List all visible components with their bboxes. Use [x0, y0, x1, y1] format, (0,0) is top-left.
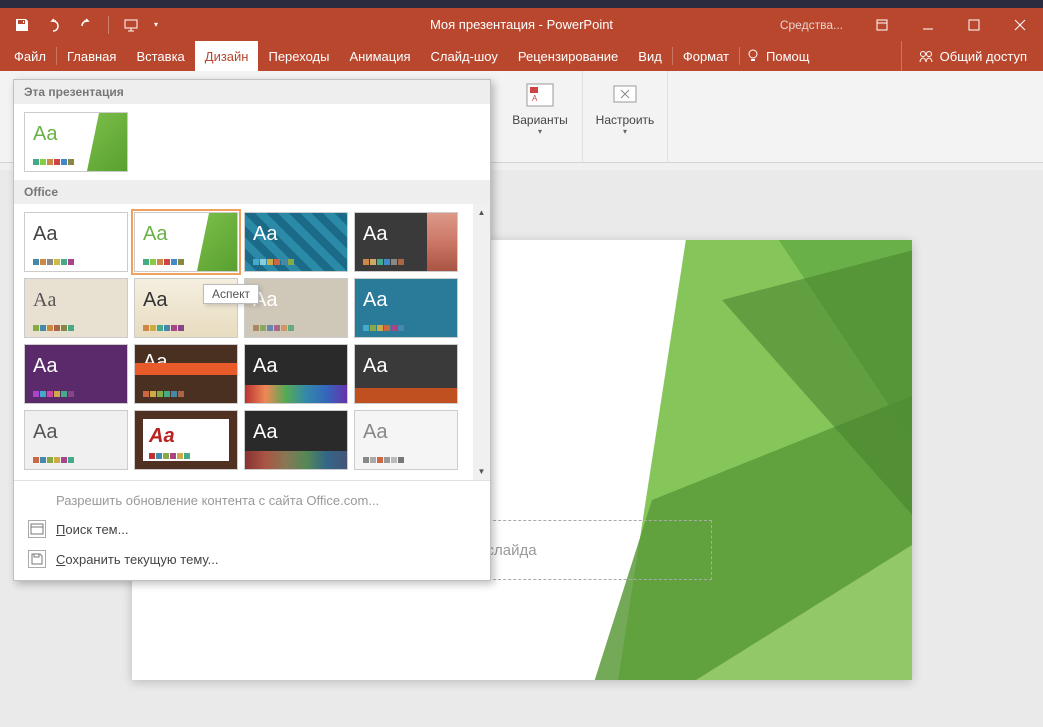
browse-icon	[28, 520, 46, 538]
bulb-icon	[746, 48, 760, 65]
theme-mesh[interactable]: Aa	[244, 410, 348, 470]
ribbon-display-options-button[interactable]	[859, 8, 905, 41]
chevron-down-icon: ▾	[623, 127, 627, 136]
theme-ion-boardroom[interactable]: Aa	[354, 278, 458, 338]
tab-review[interactable]: Рецензирование	[508, 41, 628, 71]
undo-button[interactable]	[40, 11, 68, 39]
save-button[interactable]	[8, 11, 36, 39]
theme-current-facet[interactable]: Aa	[24, 112, 128, 172]
tell-me-help[interactable]: Помощ	[746, 41, 809, 71]
theme-tooltip: Аспект	[203, 284, 259, 304]
theme-droplet[interactable]: Aa	[354, 410, 458, 470]
enable-office-content-link[interactable]: Разрешить обновление контента с сайта Of…	[14, 487, 490, 514]
svg-text:A: A	[532, 94, 538, 103]
chevron-down-icon: ▾	[538, 127, 542, 136]
tab-design[interactable]: Дизайн	[195, 41, 259, 71]
customize-icon	[609, 79, 641, 111]
theme-facet[interactable]: Aa	[134, 212, 238, 272]
share-button[interactable]: Общий доступ	[901, 41, 1043, 71]
contextual-tools-label: Средства...	[764, 18, 859, 32]
variants-icon: A	[524, 79, 556, 111]
theme-organic[interactable]: Aa	[24, 278, 128, 338]
ribbon-tabs: Файл Главная Вставка Дизайн Переходы Ани…	[0, 41, 1043, 71]
variants-button[interactable]: A Варианты ▾	[506, 75, 574, 140]
slideshow-from-start-button[interactable]	[117, 11, 145, 39]
tab-insert[interactable]: Вставка	[126, 41, 194, 71]
title-bar: ▾ Моя презентация - PowerPoint Средства.…	[0, 8, 1043, 41]
close-button[interactable]	[997, 8, 1043, 41]
tab-view[interactable]: Вид	[628, 41, 672, 71]
theme-frame[interactable]: Aa	[134, 410, 238, 470]
section-this-presentation: Эта презентация	[14, 80, 490, 104]
customize-button[interactable]: Настроить ▾	[591, 75, 659, 140]
theme-office[interactable]: Aa	[24, 212, 128, 272]
window-title: Моя презентация - PowerPoint	[430, 17, 613, 32]
theme-wisp[interactable]: Aa	[244, 278, 348, 338]
tab-transitions[interactable]: Переходы	[258, 41, 339, 71]
browse-themes-item[interactable]: Поиск тем...	[14, 514, 490, 544]
theme-view[interactable]: Aa	[354, 344, 458, 404]
save-current-theme-item[interactable]: Сохранить текущую тему...	[14, 544, 490, 574]
share-icon	[918, 48, 934, 64]
tab-home[interactable]: Главная	[57, 41, 126, 71]
theme-retrospect[interactable]: Aa	[354, 212, 458, 272]
tab-animations[interactable]: Анимация	[339, 41, 420, 71]
qat-customize-button[interactable]: ▾	[149, 11, 163, 39]
quick-access-toolbar: ▾	[0, 11, 163, 39]
theme-integral[interactable]: Aa	[244, 212, 348, 272]
scroll-down-button[interactable]: ▼	[473, 463, 490, 480]
scroll-up-button[interactable]: ▲	[473, 204, 490, 221]
tab-file[interactable]: Файл	[4, 41, 56, 71]
save-theme-icon	[28, 550, 46, 568]
theme-parcel[interactable]: Aa	[134, 344, 238, 404]
tab-format[interactable]: Формат	[673, 41, 739, 71]
redo-button[interactable]	[72, 11, 100, 39]
minimize-button[interactable]	[905, 8, 951, 41]
themes-gallery-dropdown: Эта презентация Aa Office Aa Aa Aa Aa Aa…	[13, 79, 491, 581]
theme-crop[interactable]: Aa	[24, 410, 128, 470]
section-office: Office	[14, 180, 490, 204]
maximize-button[interactable]	[951, 8, 997, 41]
theme-ion[interactable]: Aa	[24, 344, 128, 404]
themes-scrollbar[interactable]: ▲ ▼	[473, 204, 490, 480]
theme-basis[interactable]: Aa	[244, 344, 348, 404]
facet-theme-background	[572, 240, 912, 680]
tab-slideshow[interactable]: Слайд-шоу	[421, 41, 508, 71]
